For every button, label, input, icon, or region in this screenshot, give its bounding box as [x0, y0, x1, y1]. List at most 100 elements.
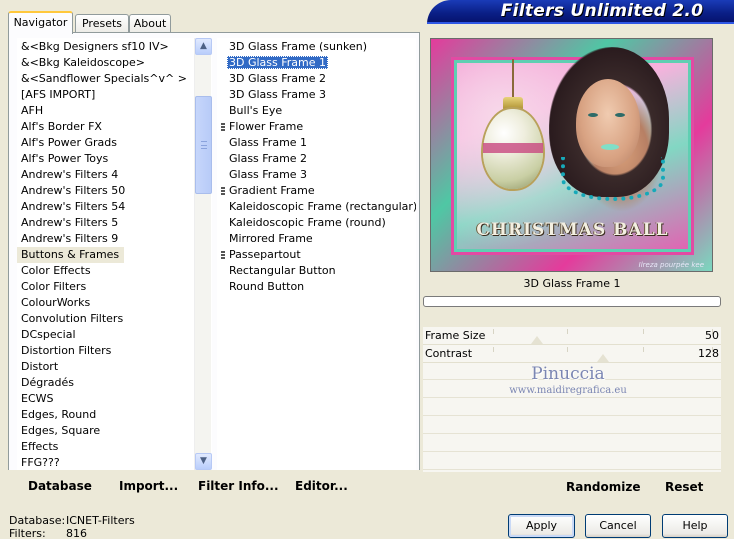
category-item[interactable]: Alf's Border FX	[17, 119, 194, 135]
status-database-value: ICNET-Filters	[66, 514, 135, 527]
param-label: Frame Size	[425, 329, 486, 342]
filter-item-label: Gradient Frame	[229, 184, 315, 197]
category-item[interactable]: Buttons & Frames	[17, 247, 125, 263]
category-listbox[interactable]: &<Bkg Designers sf10 IV> &<Bkg Kaleidosco…	[17, 38, 212, 470]
category-item[interactable]: AFH	[17, 103, 194, 119]
filter-item[interactable]: Kaleidoscopic Frame (rectangular)	[217, 199, 416, 215]
filter-listbox[interactable]: 3D Glass Frame (sunken) 3D Glass Frame 1 3…	[217, 38, 416, 470]
param-row-empty	[423, 435, 721, 452]
category-item[interactable]: Dégradés	[17, 375, 194, 391]
param-value: 50	[705, 329, 719, 342]
category-item[interactable]: ECWS	[17, 391, 194, 407]
category-item[interactable]: Edges, Round	[17, 407, 194, 423]
category-item[interactable]: Distortion Filters	[17, 343, 194, 359]
category-item[interactable]: Distort	[17, 359, 194, 375]
param-row-empty	[423, 417, 721, 434]
watermark-name: Pinuccia	[531, 364, 605, 384]
category-item[interactable]: Edges, Square	[17, 423, 194, 439]
filter-item[interactable]: Glass Frame 2	[217, 151, 416, 167]
filter-info-button[interactable]: Filter Info...	[198, 479, 279, 493]
status-info: Database:ICNET-Filters Filters: 816	[9, 514, 135, 539]
category-item[interactable]: Convolution Filters	[17, 311, 194, 327]
filter-group-item[interactable]: Gradient Frame	[217, 183, 416, 199]
category-item[interactable]: Andrew's Filters 54	[17, 199, 194, 215]
filter-group-item[interactable]: Passepartout	[217, 247, 416, 263]
filter-item-label: 3D Glass Frame 2	[229, 72, 327, 85]
filter-item[interactable]: Round Button	[217, 279, 416, 295]
filter-item-label: Passepartout	[229, 248, 301, 261]
preview-signature: Ilreza pourpée kee	[638, 261, 704, 269]
category-list: &<Bkg Designers sf10 IV> &<Bkg Kaleidosco…	[17, 39, 194, 470]
filter-item-label: Glass Frame 2	[229, 152, 308, 165]
filter-item[interactable]: Rectangular Button	[217, 263, 416, 279]
filter-item[interactable]: Bull's Eye	[217, 103, 416, 119]
category-item[interactable]: FFG???	[17, 455, 194, 470]
category-item[interactable]: [AFS IMPORT]	[17, 87, 194, 103]
category-item[interactable]: Andrew's Filters 4	[17, 167, 194, 183]
ornament-string	[512, 59, 514, 99]
category-item[interactable]: &<Sandflower Specials^v^ >	[17, 71, 194, 87]
preview-eye	[615, 113, 625, 117]
cancel-button[interactable]: Cancel	[585, 514, 651, 538]
filter-item[interactable]: 3D Glass Frame (sunken)	[217, 39, 416, 55]
slider-pointer[interactable]	[530, 336, 543, 344]
filter-item-label: Bull's Eye	[229, 104, 283, 117]
randomize-button[interactable]: Randomize	[566, 480, 640, 494]
filter-item[interactable]: Glass Frame 1	[217, 135, 416, 151]
param-label: Contrast	[425, 347, 473, 360]
import-button[interactable]: Import...	[119, 479, 178, 493]
category-item[interactable]: &<Bkg Designers sf10 IV>	[17, 39, 194, 55]
param-row-contrast[interactable]: Contrast 128	[423, 345, 721, 363]
category-item[interactable]: Color Filters	[17, 279, 194, 295]
slider-track[interactable]	[493, 345, 713, 363]
category-item[interactable]: Color Effects	[17, 263, 194, 279]
filter-item-label: Kaleidoscopic Frame (round)	[229, 216, 386, 229]
status-database-label: Database:	[9, 514, 66, 527]
category-item[interactable]: ColourWorks	[17, 295, 194, 311]
filter-item[interactable]: Kaleidoscopic Frame (round)	[217, 215, 416, 231]
tab-about[interactable]: About	[129, 14, 171, 33]
category-item[interactable]: Alf's Power Toys	[17, 151, 194, 167]
category-item[interactable]: &<Bkg Kaleidoscope>	[17, 55, 194, 71]
scroll-down-button[interactable]: ▼	[195, 453, 212, 470]
slider-pointer[interactable]	[596, 354, 609, 362]
arrow-down-icon: ▼	[200, 456, 207, 466]
scroll-thumb[interactable]	[195, 96, 212, 194]
parameter-panel: Frame Size 50 Contrast 128	[423, 327, 721, 472]
slider-track[interactable]	[493, 327, 713, 345]
scroll-up-button[interactable]: ▲	[195, 38, 212, 55]
filter-item-label: Glass Frame 3	[229, 168, 308, 181]
param-row-empty	[423, 399, 721, 416]
database-button[interactable]: Database	[28, 479, 92, 493]
category-item[interactable]: Andrew's Filters 5	[17, 215, 194, 231]
tab-navigator[interactable]: Navigator	[8, 11, 73, 34]
filter-group-item[interactable]: Flower Frame	[217, 119, 416, 135]
param-row-frame-size[interactable]: Frame Size 50	[423, 327, 721, 345]
category-item[interactable]: Andrew's Filters 9	[17, 231, 194, 247]
filter-item[interactable]: 3D Glass Frame 2	[217, 71, 416, 87]
filter-item[interactable]: 3D Glass Frame 3	[217, 87, 416, 103]
category-item[interactable]: DCspecial	[17, 327, 194, 343]
parameter-action-bar: Randomize Reset	[423, 472, 721, 500]
category-item[interactable]: Effects	[17, 439, 194, 455]
preview-necklace	[561, 157, 665, 201]
filter-item[interactable]: Glass Frame 3	[217, 167, 416, 183]
category-scrollbar[interactable]: ▲ ▼	[194, 38, 212, 470]
apply-button[interactable]: Apply	[508, 514, 575, 538]
grip-icon	[201, 141, 207, 149]
help-button[interactable]: Help	[662, 514, 728, 538]
preview-caption: CHRISTMAS BALL	[476, 220, 669, 240]
filter-item[interactable]: Mirrored Frame	[217, 231, 416, 247]
editor-button[interactable]: Editor...	[295, 479, 348, 493]
tab-presets[interactable]: Presets	[75, 14, 129, 33]
reset-button[interactable]: Reset	[665, 480, 703, 494]
filter-item[interactable]: 3D Glass Frame 1	[217, 55, 416, 71]
filter-item-label: 3D Glass Frame (sunken)	[229, 40, 367, 53]
category-item[interactable]: Andrew's Filters 50	[17, 183, 194, 199]
filter-item-label: Glass Frame 1	[229, 136, 308, 149]
category-item[interactable]: Alf's Power Grads	[17, 135, 194, 151]
watermark-url: www.maidiregrafica.eu	[509, 385, 627, 396]
preview-lips	[601, 144, 619, 150]
preview-image[interactable]: CHRISTMAS BALL Ilreza pourpée kee	[430, 38, 713, 272]
selected-filter-name: 3D Glass Frame 1	[523, 277, 621, 290]
